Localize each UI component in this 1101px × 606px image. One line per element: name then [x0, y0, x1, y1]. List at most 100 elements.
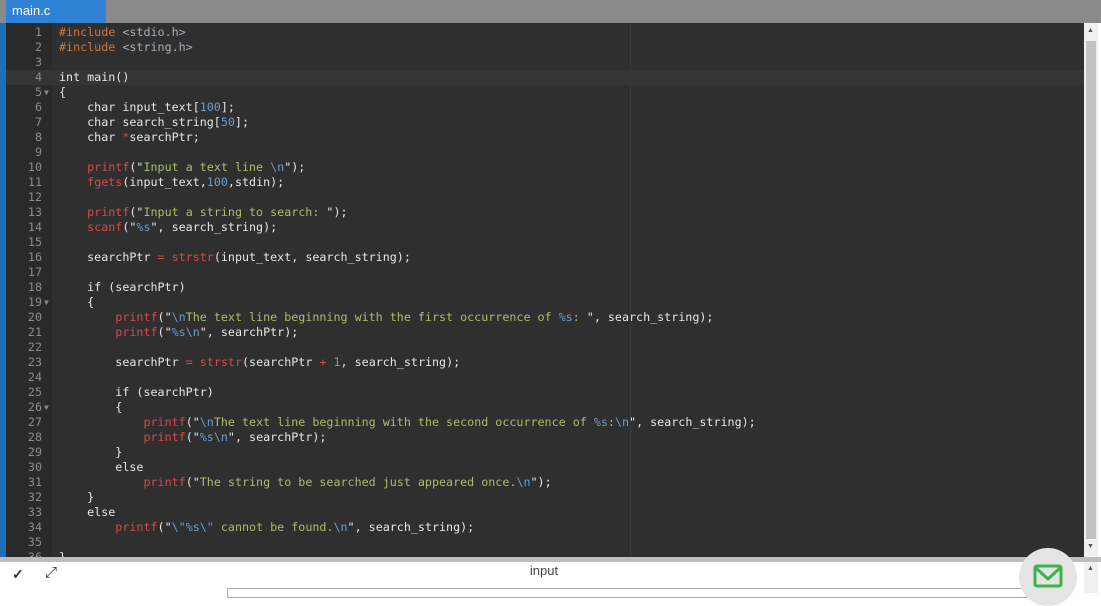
token-pl: (" [185, 415, 200, 429]
token-pl: } [59, 550, 67, 557]
code-text: { [59, 85, 66, 100]
token-str: Input a string to search: [143, 205, 327, 219]
token-num: 100 [199, 100, 221, 114]
tab-main-c[interactable]: main.c [6, 0, 106, 23]
token-pl: ", searchPtr); [199, 325, 299, 339]
code-line[interactable]: 13 printf("Input a string to search: "); [6, 205, 1084, 220]
code-line[interactable]: 5 ▼ { [6, 85, 1084, 100]
scroll-up-icon[interactable]: ▲ [1087, 565, 1094, 572]
code-line[interactable]: 31 printf("The string to be searched jus… [6, 475, 1084, 490]
code-line[interactable]: 3 [6, 55, 1084, 70]
line-number: 2 [34, 40, 42, 54]
code-text: printf("\nThe text line beginning with t… [59, 415, 755, 430]
code-line[interactable]: 32 } [6, 490, 1084, 505]
token-pl: ", search_string); [150, 220, 278, 234]
feedback-button[interactable] [1019, 548, 1077, 606]
code-line[interactable]: 16 searchPtr = strstr(input_text, search… [6, 250, 1084, 265]
token-pl: (" [157, 310, 172, 324]
token-num: 1 [333, 355, 341, 369]
token-pl: "); [284, 160, 306, 174]
code-text: else [59, 460, 143, 475]
token-esc: \n [270, 160, 285, 174]
token-num: 100 [206, 175, 228, 189]
input-field[interactable] [227, 588, 1027, 598]
code-text: printf("%s\n", searchPtr); [59, 325, 298, 340]
code-line[interactable]: 10 printf("Input a text line \n"); [6, 160, 1084, 175]
code-line[interactable]: 6 char input_text[100]; [6, 100, 1084, 115]
token-op: = [157, 250, 165, 264]
line-number: 3 [34, 55, 42, 69]
code-line[interactable]: 30 else [6, 460, 1084, 475]
code-line[interactable]: 19 ▼ { [6, 295, 1084, 310]
code-line[interactable]: 22 [6, 340, 1084, 355]
token-str: The string to be searched just appeared … [199, 475, 517, 489]
token-pl: } [59, 490, 95, 504]
code-line[interactable]: 35 [6, 535, 1084, 550]
line-number: 23 [27, 355, 42, 369]
fold-toggle-icon[interactable]: ▼ [44, 85, 49, 100]
token-pl: ]; [234, 115, 249, 129]
code-text: if (searchPtr) [59, 280, 186, 295]
code-line[interactable]: 20 printf("\nThe text line beginning wit… [6, 310, 1084, 325]
token-esc: \n [333, 520, 348, 534]
code-line[interactable]: 24 [6, 370, 1084, 385]
code-editor[interactable]: 1 #include <stdio.h> 2 #include <string.h> 3… [6, 23, 1084, 557]
code-line[interactable]: 15 [6, 235, 1084, 250]
token-pl: char input_text[ [59, 100, 200, 114]
token-pp: #include [59, 25, 116, 39]
code-line[interactable]: 9 [6, 145, 1084, 160]
code-line[interactable]: 28 printf("%s\n", searchPtr); [6, 430, 1084, 445]
code-line[interactable]: 2 #include <string.h> [6, 40, 1084, 55]
code-text: printf("Input a string to search: "); [59, 205, 347, 220]
token-esc: \n [199, 415, 214, 429]
token-esc: %s [185, 520, 200, 534]
scroll-down-icon[interactable]: ▼ [1087, 543, 1094, 550]
code-line[interactable]: 36} [6, 550, 1084, 557]
code-line[interactable]: 27 printf("\nThe text line beginning wit… [6, 415, 1084, 430]
code-line[interactable]: 25 if (searchPtr) [6, 385, 1084, 400]
line-number: 10 [27, 160, 42, 174]
token-pl: (input_text, [122, 175, 207, 189]
token-str: The text line beginning with the first o… [185, 310, 559, 324]
code-line[interactable]: 12 [6, 190, 1084, 205]
scroll-up-icon[interactable]: ▲ [1087, 27, 1094, 34]
code-line[interactable]: 18 if (searchPtr) [6, 280, 1084, 295]
code-text: printf("\nThe text line beginning with t… [59, 310, 713, 325]
code-text: printf("\"%s\" cannot be found.\n", sear… [59, 520, 474, 535]
code-line[interactable]: 23 searchPtr = strstr(searchPtr + 1, sea… [6, 355, 1084, 370]
code-line[interactable]: 29 } [6, 445, 1084, 460]
code-line[interactable]: 26 ▼ { [6, 400, 1084, 415]
code-line[interactable]: 34 printf("\"%s\" cannot be found.\n", s… [6, 520, 1084, 535]
scrollbar-thumb[interactable] [1086, 41, 1096, 539]
line-number: 11 [27, 175, 42, 189]
token-pl: (" [157, 325, 172, 339]
code-line[interactable]: 7 char search_string[50]; [6, 115, 1084, 130]
token-pl: "); [530, 475, 552, 489]
token-esc: %s [558, 310, 573, 324]
code-line[interactable]: 14 scanf("%s", search_string); [6, 220, 1084, 235]
code-line[interactable]: 8 char *searchPtr; [6, 130, 1084, 145]
code-line[interactable]: 17 [6, 265, 1084, 280]
line-number: 17 [27, 265, 42, 279]
editor-scrollbar[interactable]: ▲ ▼ [1084, 23, 1098, 557]
line-number: 24 [27, 370, 42, 384]
panel-scrollbar[interactable]: ▲ [1084, 562, 1098, 593]
code-line[interactable]: 11 fgets(input_text,100,stdin); [6, 175, 1084, 190]
token-fn: printf [115, 520, 158, 534]
line-number: 16 [27, 250, 42, 264]
token-op: = [185, 355, 193, 369]
code-line[interactable]: 1 #include <stdio.h> [6, 25, 1084, 40]
code-line[interactable]: 21 printf("%s\n", searchPtr); [6, 325, 1084, 340]
fold-toggle-icon[interactable]: ▼ [44, 295, 49, 310]
fold-toggle-icon[interactable]: ▼ [44, 400, 49, 415]
token-pl: if (searchPtr) [59, 385, 214, 399]
code-text: else [59, 505, 115, 520]
code-line[interactable]: 4 int main() [6, 70, 1084, 85]
token-fn: printf [143, 415, 186, 429]
code-line[interactable]: 33 else [6, 505, 1084, 520]
